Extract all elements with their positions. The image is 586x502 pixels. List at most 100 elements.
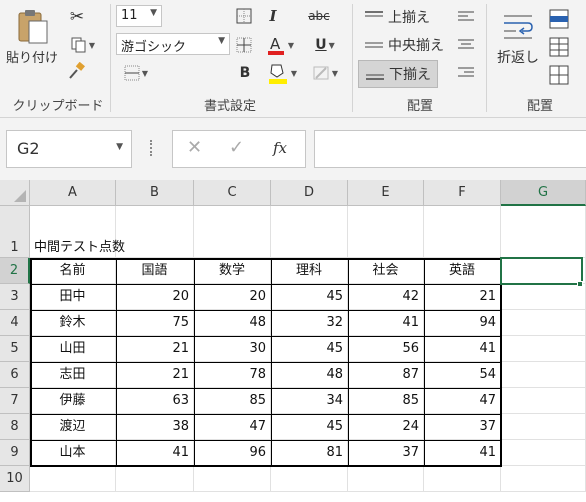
column-header[interactable]: G bbox=[501, 180, 586, 206]
score-cell[interactable]: 56 bbox=[348, 336, 424, 362]
select-all-button[interactable] bbox=[0, 180, 30, 206]
name-cell[interactable]: 山田 bbox=[30, 336, 116, 362]
score-cell[interactable]: 42 bbox=[348, 284, 424, 310]
row-header[interactable]: 3 bbox=[0, 284, 30, 310]
row-header[interactable]: 8 bbox=[0, 414, 30, 440]
score-cell[interactable]: 48 bbox=[271, 362, 348, 388]
score-cell[interactable]: 94 bbox=[424, 310, 501, 336]
underline-button[interactable]: U ▼ bbox=[306, 34, 344, 56]
row-header[interactable]: 7 bbox=[0, 388, 30, 414]
cell[interactable] bbox=[424, 466, 501, 492]
cell[interactable] bbox=[348, 206, 424, 258]
name-cell[interactable]: 渡辺 bbox=[30, 414, 116, 440]
score-cell[interactable]: 75 bbox=[116, 310, 194, 336]
score-cell[interactable]: 41 bbox=[348, 310, 424, 336]
cell-format-button[interactable] bbox=[546, 62, 572, 88]
score-cell[interactable]: 54 bbox=[424, 362, 501, 388]
cell[interactable] bbox=[501, 362, 586, 388]
borders-all-button[interactable] bbox=[232, 5, 256, 27]
score-cell[interactable]: 78 bbox=[194, 362, 271, 388]
score-cell[interactable]: 87 bbox=[348, 362, 424, 388]
cell[interactable] bbox=[30, 466, 116, 492]
score-cell[interactable]: 48 bbox=[194, 310, 271, 336]
row-header[interactable]: 10 bbox=[0, 466, 30, 492]
name-cell[interactable]: 鈴木 bbox=[30, 310, 116, 336]
score-cell[interactable]: 21 bbox=[116, 362, 194, 388]
align-bottom-button[interactable]: 下揃え bbox=[358, 60, 438, 88]
header-cell[interactable]: 数学 bbox=[194, 258, 271, 284]
cell[interactable] bbox=[194, 206, 271, 258]
confirm-icon[interactable]: ✓ bbox=[229, 137, 244, 158]
formula-input[interactable] bbox=[314, 130, 586, 168]
column-header[interactable]: B bbox=[116, 180, 194, 206]
score-cell[interactable]: 30 bbox=[194, 336, 271, 362]
score-cell[interactable]: 37 bbox=[424, 414, 501, 440]
name-cell[interactable]: 山本 bbox=[30, 440, 116, 466]
column-header[interactable]: D bbox=[271, 180, 348, 206]
cell[interactable] bbox=[194, 466, 271, 492]
score-cell[interactable]: 41 bbox=[424, 336, 501, 362]
clear-format-button[interactable]: ▼ bbox=[306, 62, 344, 84]
name-box[interactable]: G2 ▼ bbox=[6, 130, 132, 168]
score-cell[interactable]: 81 bbox=[271, 440, 348, 466]
cell[interactable] bbox=[501, 440, 586, 466]
fill-handle[interactable] bbox=[577, 281, 583, 287]
align-right-button[interactable] bbox=[452, 62, 480, 84]
header-cell[interactable]: 社会 bbox=[348, 258, 424, 284]
cell[interactable] bbox=[501, 388, 586, 414]
cell[interactable] bbox=[348, 466, 424, 492]
format-painter-button[interactable] bbox=[64, 60, 90, 82]
paste-button[interactable]: 貼り付け bbox=[4, 4, 60, 70]
align-left-button[interactable] bbox=[452, 6, 480, 28]
font-family-select[interactable]: 游ゴシック ▼ bbox=[116, 33, 230, 55]
strikethrough-button[interactable]: abc bbox=[302, 5, 336, 27]
border-button[interactable]: ▼ bbox=[116, 62, 156, 84]
cell[interactable] bbox=[501, 310, 586, 336]
cell[interactable] bbox=[424, 206, 501, 258]
cancel-icon[interactable]: ✕ bbox=[187, 137, 202, 158]
wrap-text-button[interactable]: 折返し bbox=[492, 4, 544, 74]
merge-options-button[interactable] bbox=[546, 34, 572, 60]
cell[interactable] bbox=[501, 284, 586, 310]
cell[interactable] bbox=[501, 206, 586, 258]
align-top-button[interactable]: 上揃え bbox=[358, 4, 448, 30]
score-cell[interactable]: 47 bbox=[194, 414, 271, 440]
column-header[interactable]: C bbox=[194, 180, 271, 206]
cell[interactable] bbox=[501, 466, 586, 492]
score-cell[interactable]: 45 bbox=[271, 284, 348, 310]
score-cell[interactable]: 45 bbox=[271, 414, 348, 440]
cell[interactable] bbox=[116, 466, 194, 492]
score-cell[interactable]: 45 bbox=[271, 336, 348, 362]
borders-inner-button[interactable] bbox=[232, 34, 256, 56]
cell[interactable] bbox=[271, 206, 348, 258]
selected-cell[interactable] bbox=[500, 257, 583, 285]
row-header[interactable]: 6 bbox=[0, 362, 30, 388]
score-cell[interactable]: 63 bbox=[116, 388, 194, 414]
score-cell[interactable]: 85 bbox=[348, 388, 424, 414]
column-header[interactable]: E bbox=[348, 180, 424, 206]
row-header[interactable]: 5 bbox=[0, 336, 30, 362]
align-middle-button[interactable]: 中央揃え bbox=[358, 32, 450, 58]
row-header[interactable]: 4 bbox=[0, 310, 30, 336]
fill-color-button[interactable]: ▼ bbox=[262, 60, 302, 86]
function-icon[interactable]: fx bbox=[273, 139, 287, 157]
score-cell[interactable]: 38 bbox=[116, 414, 194, 440]
score-cell[interactable]: 34 bbox=[271, 388, 348, 414]
score-cell[interactable]: 96 bbox=[194, 440, 271, 466]
header-cell[interactable]: 理科 bbox=[271, 258, 348, 284]
cell[interactable] bbox=[116, 206, 194, 258]
name-cell[interactable]: 志田 bbox=[30, 362, 116, 388]
cell[interactable] bbox=[271, 466, 348, 492]
score-cell[interactable]: 32 bbox=[271, 310, 348, 336]
font-size-select[interactable]: 11 ▼ bbox=[116, 5, 162, 27]
row-header[interactable]: 1 bbox=[0, 206, 30, 258]
name-cell[interactable]: 伊藤 bbox=[30, 388, 116, 414]
score-cell[interactable]: 20 bbox=[194, 284, 271, 310]
merge-center-button[interactable] bbox=[546, 6, 572, 32]
header-cell[interactable]: 国語 bbox=[116, 258, 194, 284]
score-cell[interactable]: 37 bbox=[348, 440, 424, 466]
score-cell[interactable]: 85 bbox=[194, 388, 271, 414]
title-cell[interactable]: 中間テスト点数 bbox=[30, 206, 125, 258]
header-cell[interactable]: 英語 bbox=[424, 258, 501, 284]
column-header[interactable]: A bbox=[30, 180, 116, 206]
